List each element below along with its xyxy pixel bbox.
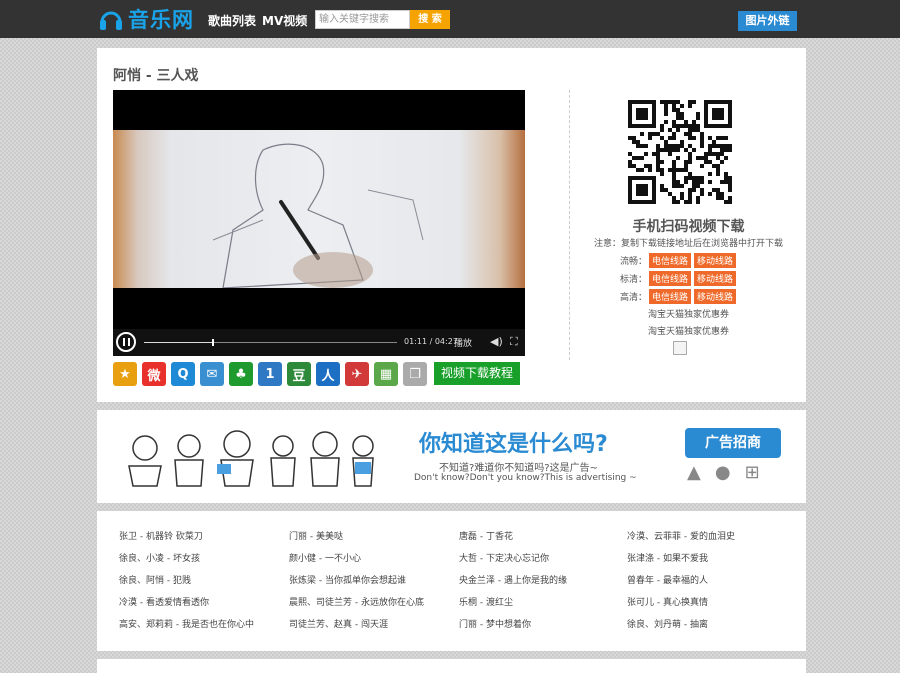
playback-label[interactable]: 播放 bbox=[454, 336, 472, 349]
pause-icon[interactable] bbox=[116, 332, 136, 352]
quality-label: 高清： bbox=[619, 293, 647, 303]
mobile-link[interactable]: 移动线路 bbox=[694, 253, 737, 268]
download-title: 手机扫码视频下载 bbox=[632, 219, 745, 235]
email-icon[interactable]: ✉ bbox=[200, 362, 224, 386]
headphones-icon bbox=[100, 11, 122, 30]
column-divider bbox=[569, 90, 570, 360]
clover-icon[interactable]: ♣ bbox=[229, 362, 253, 386]
song-link[interactable]: 门丽 - 美美哒 bbox=[289, 532, 424, 554]
song-link[interactable]: 颜小健 - 一不小心 bbox=[289, 554, 424, 576]
progress-fill bbox=[144, 342, 213, 343]
copy-icon[interactable]: ❐ bbox=[403, 362, 427, 386]
video-download-tutorial-button[interactable]: 视频下载教程 bbox=[434, 362, 520, 385]
nav-mv-video[interactable]: MV视频 bbox=[262, 12, 307, 29]
site-logo[interactable]: 音乐网 bbox=[98, 4, 194, 34]
song-column: 冷漠、云菲菲 - 爱的血泪史 张津涤 - 如果不爱我 曾春年 - 最幸福的人 张可儿 … bbox=[627, 532, 735, 642]
song-link[interactable]: 央金兰泽 - 遇上你是我的缘 bbox=[459, 576, 567, 598]
top-navigation-bar: 音乐网 歌曲列表 MV视频 输入关键字搜索 搜 索 图片外链 bbox=[0, 0, 900, 38]
weibo-icon[interactable]: 微 bbox=[142, 362, 166, 386]
qzone-icon[interactable]: Q bbox=[171, 362, 195, 386]
broken-image-icon bbox=[673, 341, 687, 355]
windows-icon: ⊞ bbox=[744, 462, 760, 483]
quality-label: 流畅： bbox=[619, 257, 647, 267]
bottom-panel bbox=[97, 659, 806, 673]
logo-text: 音乐网 bbox=[128, 8, 194, 32]
song-link[interactable]: 唐磊 - 丁香花 bbox=[459, 532, 567, 554]
bird-icon[interactable]: ✈ bbox=[345, 362, 369, 386]
video-still-image bbox=[212, 143, 424, 288]
people-icon[interactable]: 人 bbox=[316, 362, 340, 386]
song-link[interactable]: 大哲 - 下定决心忘记你 bbox=[459, 554, 567, 576]
time-display: 01:11 / 04:27 bbox=[404, 337, 458, 346]
video-frame bbox=[113, 130, 525, 288]
page-title: 阿悄 - 三人戏 bbox=[113, 68, 199, 84]
song-link[interactable]: 张可儿 - 真心换真情 bbox=[627, 598, 735, 620]
platform-icons: ▲ ● ⊞ bbox=[687, 462, 760, 483]
image-link-button[interactable]: 图片外链 bbox=[738, 11, 797, 31]
android-icon: ▲ bbox=[687, 462, 701, 483]
song-link[interactable]: 张炼梁 - 当你孤单你会想起谁 bbox=[289, 576, 424, 598]
song-link[interactable]: 高安、郑莉莉 - 我是否也在你心中 bbox=[119, 620, 254, 642]
fullscreen-icon[interactable]: ⛶ bbox=[510, 335, 518, 349]
quality-row-smooth: 流畅： 电信线路 移动线路 bbox=[601, 253, 801, 268]
quality-row-standard: 标清： 电信线路 移动线路 bbox=[601, 271, 801, 286]
song-link[interactable]: 冷漠 - 看透爱情看透你 bbox=[119, 598, 254, 620]
cartoon-characters-image bbox=[128, 430, 374, 487]
song-column: 唐磊 - 丁香花 大哲 - 下定决心忘记你 央金兰泽 - 遇上你是我的缘 乐桐 - 渡… bbox=[459, 532, 567, 642]
song-link[interactable]: 晨熙、司徒兰芳 - 永远放你在心底 bbox=[289, 598, 424, 620]
video-panel: 阿悄 - 三人戏 01:11 / 04:27 播放 ◀) ⛶ ★ 微 Q ✉ ♣… bbox=[97, 48, 806, 402]
quality-row-hd: 高清： 电信线路 移动线路 bbox=[601, 289, 801, 304]
ad-headline: 你知道这是什么吗? bbox=[419, 432, 608, 457]
song-link[interactable]: 曾春年 - 最幸福的人 bbox=[627, 576, 735, 598]
song-link[interactable]: 门丽 - 梦中想着你 bbox=[459, 620, 567, 642]
song-link[interactable]: 张津涤 - 如果不爱我 bbox=[627, 554, 735, 576]
song-link[interactable]: 徐良、刘丹萌 - 抽离 bbox=[627, 620, 735, 642]
map-icon[interactable]: ▦ bbox=[374, 362, 398, 386]
song-list-panel: 张卫 - 机器铃 砍菜刀 徐良、小凌 - 坏女孩 徐良、阿悄 - 犯贱 冷漠 - 看透… bbox=[97, 511, 806, 651]
song-column: 门丽 - 美美哒 颜小健 - 一不小心 张炼梁 - 当你孤单你会想起谁 晨熙、司徒兰芳… bbox=[289, 532, 424, 642]
song-column: 张卫 - 机器铃 砍菜刀 徐良、小凌 - 坏女孩 徐良、阿悄 - 犯贱 冷漠 - 看透… bbox=[119, 532, 254, 642]
video-controls: 01:11 / 04:27 播放 ◀) ⛶ bbox=[113, 329, 525, 356]
search-input[interactable]: 输入关键字搜索 bbox=[315, 10, 410, 29]
favorite-star-icon[interactable]: ★ bbox=[113, 362, 137, 386]
ad-subtitle-cn: 不知道?难道你不知道吗?这是广告~ bbox=[439, 463, 598, 474]
song-link[interactable]: 乐桐 - 渡红尘 bbox=[459, 598, 567, 620]
volume-icon[interactable]: ◀) bbox=[490, 335, 503, 348]
telecom-link[interactable]: 电信线路 bbox=[649, 289, 692, 304]
song-link[interactable]: 徐良、小凌 - 坏女孩 bbox=[119, 554, 254, 576]
progress-knob[interactable] bbox=[212, 339, 215, 346]
ad-subtitle-en: Don't know?Don't you know?This is advert… bbox=[414, 473, 637, 483]
renren-icon[interactable]: 1 bbox=[258, 362, 282, 386]
mobile-link[interactable]: 移动线路 bbox=[694, 271, 737, 286]
song-link[interactable]: 冷漠、云菲菲 - 爱的血泪史 bbox=[627, 532, 735, 554]
download-note: 注意：复制下载链接地址后在浏览器中打开下载 bbox=[593, 239, 783, 249]
song-link[interactable]: 张卫 - 机器铃 砍菜刀 bbox=[119, 532, 254, 554]
quality-label: 标清： bbox=[619, 275, 647, 285]
telecom-link[interactable]: 电信线路 bbox=[649, 253, 692, 268]
promo-link[interactable]: 淘宝天猫独家优惠券 bbox=[571, 324, 806, 337]
song-link[interactable]: 徐良、阿悄 - 犯贱 bbox=[119, 576, 254, 598]
nav-song-list[interactable]: 歌曲列表 bbox=[208, 12, 256, 29]
promo-link[interactable]: 淘宝天猫独家优惠券 bbox=[571, 307, 806, 320]
qr-code-icon bbox=[628, 100, 732, 204]
progress-bar[interactable] bbox=[144, 342, 397, 343]
mobile-link[interactable]: 移动线路 bbox=[694, 289, 737, 304]
search-button[interactable]: 搜 索 bbox=[410, 10, 450, 29]
share-bar: ★ 微 Q ✉ ♣ 1 豆 人 ✈ ▦ ❐ bbox=[113, 362, 427, 386]
telecom-link[interactable]: 电信线路 bbox=[649, 271, 692, 286]
ad-recruit-button[interactable]: 广告招商 bbox=[685, 428, 781, 458]
douban-icon[interactable]: 豆 bbox=[287, 362, 311, 386]
song-link[interactable]: 司徒兰芳、赵真 - 闯天涯 bbox=[289, 620, 424, 642]
ad-banner[interactable]: 你知道这是什么吗? 不知道?难道你不知道吗?这是广告~ Don't know?D… bbox=[97, 410, 806, 503]
apple-icon: ● bbox=[714, 462, 731, 483]
video-player[interactable]: 01:11 / 04:27 播放 ◀) ⛶ bbox=[113, 90, 525, 356]
